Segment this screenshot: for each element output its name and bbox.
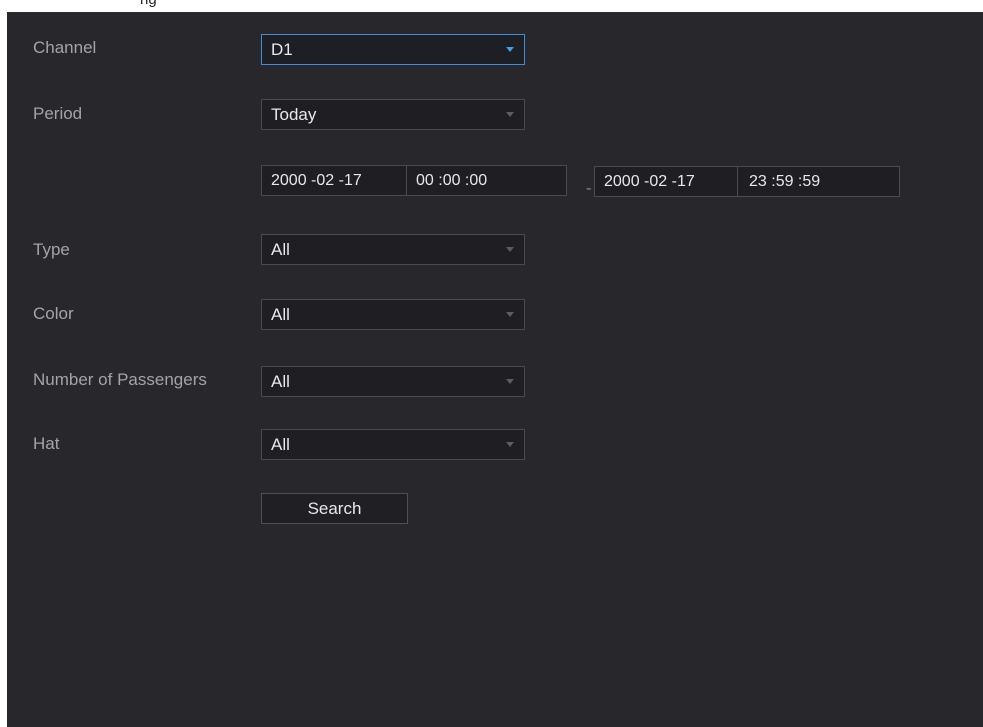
range-separator: - [586, 180, 592, 197]
hat-value: All [271, 435, 290, 454]
type-value: All [271, 240, 290, 259]
period-label: Period [33, 104, 83, 123]
search-button[interactable]: Search [261, 493, 408, 524]
passengers-label: Number of Passengers [33, 370, 207, 389]
color-select[interactable]: All [261, 299, 525, 330]
hat-select[interactable]: All [261, 429, 525, 460]
period-select[interactable]: Today [261, 99, 525, 130]
window-title-strip: ng [0, 0, 983, 12]
hat-label: Hat [33, 434, 60, 453]
start-date[interactable]: 2000 -02 -17 [271, 172, 362, 190]
end-time[interactable]: 23 :59 :59 [749, 173, 820, 191]
color-label: Color [33, 304, 74, 323]
chevron-down-icon [506, 312, 514, 317]
type-label: Type [33, 240, 70, 259]
chevron-down-icon [506, 112, 514, 117]
chevron-down-icon [506, 247, 514, 252]
channel-select[interactable]: D1 [261, 34, 525, 65]
chevron-down-icon [506, 47, 514, 52]
channel-label: Channel [33, 38, 97, 57]
field-divider [406, 166, 407, 195]
end-datetime-field[interactable]: 2000 -02 -17 23 :59 :59 [594, 166, 900, 197]
field-divider [737, 167, 738, 196]
period-value: Today [271, 105, 317, 124]
color-value: All [271, 305, 290, 324]
search-panel: Channel D1 Period Today 2000 -02 -17 00 … [7, 12, 983, 727]
start-datetime-field[interactable]: 2000 -02 -17 00 :00 :00 [261, 165, 567, 196]
channel-value: D1 [271, 40, 293, 59]
passengers-select[interactable]: All [261, 366, 525, 397]
chevron-down-icon [506, 379, 514, 384]
window-title-fragment: ng [140, 0, 157, 8]
chevron-down-icon [506, 442, 514, 447]
passengers-value: All [271, 372, 290, 391]
type-select[interactable]: All [261, 234, 525, 265]
start-time[interactable]: 00 :00 :00 [416, 172, 487, 190]
end-date[interactable]: 2000 -02 -17 [604, 173, 695, 191]
